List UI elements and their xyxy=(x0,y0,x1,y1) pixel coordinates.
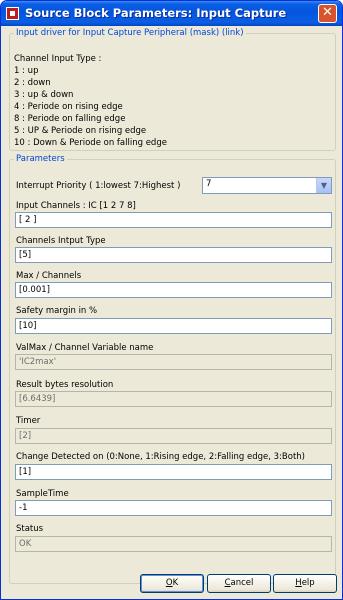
simulink-block-icon xyxy=(6,7,19,20)
cancel-button[interactable]: Cancel xyxy=(207,574,271,593)
timer-field xyxy=(15,428,332,444)
safety-margin-field[interactable] xyxy=(15,318,332,334)
dialog-window: Source Block Parameters: Input Capture ✕… xyxy=(0,0,343,600)
change-detected-field[interactable] xyxy=(15,464,332,480)
ok-button[interactable]: OK xyxy=(140,574,204,593)
max-channels-field[interactable] xyxy=(15,282,332,298)
ok-label: K xyxy=(172,578,179,588)
change-detected-label: Change Detected on (0:None, 1:Rising edg… xyxy=(16,452,305,462)
result-resolution-label: Result bytes resolution xyxy=(16,380,114,390)
cancel-label: ancel xyxy=(230,578,254,588)
valmax-variable-field xyxy=(15,354,332,370)
description-line: Channel Input Type : xyxy=(14,54,102,64)
description-text: Channel Input Type : 1 : up 2 : down 3 :… xyxy=(14,53,167,149)
sample-time-field[interactable] xyxy=(15,500,332,516)
channels-input-type-field[interactable] xyxy=(15,247,332,263)
timer-label: Timer xyxy=(16,416,41,426)
help-button[interactable]: Help xyxy=(273,574,337,593)
description-line: 1 : up xyxy=(14,66,39,76)
input-channels-field[interactable] xyxy=(15,212,332,228)
parameters-legend: Parameters xyxy=(16,154,65,164)
result-resolution-field xyxy=(15,391,332,407)
description-line: 5 : UP & Periode on rising edge xyxy=(14,126,147,136)
window-title: Source Block Parameters: Input Capture xyxy=(25,6,287,20)
close-button[interactable]: ✕ xyxy=(318,4,337,23)
sample-time-label: SampleTime xyxy=(16,489,69,499)
interrupt-priority-value: 7 xyxy=(206,179,212,189)
input-channels-label: Input Channels : IC [1 2 7 8] xyxy=(16,201,136,211)
interrupt-priority-select[interactable]: 7 ▼ xyxy=(202,177,332,194)
status-label: Status xyxy=(16,524,44,534)
chevron-down-icon[interactable]: ▼ xyxy=(316,178,331,193)
dialog-content: Input driver for Input Capture Periphera… xyxy=(5,26,338,595)
description-line: 3 : up & down xyxy=(14,90,74,100)
help-label: elp xyxy=(301,578,315,588)
description-line: 10 : Down & Periode on falling edge xyxy=(14,138,167,148)
valmax-variable-label: ValMax / Channel Variable name xyxy=(16,343,154,353)
channels-input-type-label: Channels Intput Type xyxy=(16,236,106,246)
max-channels-label: Max / Channels xyxy=(16,271,82,281)
status-field xyxy=(15,536,332,552)
description-line: 4 : Periode on rising edge xyxy=(14,102,123,112)
description-line: 2 : down xyxy=(14,78,51,88)
interrupt-priority-label: Interrupt Priority ( 1:lowest 7:Highest … xyxy=(16,181,181,191)
description-line: 8 : Periode on falling edge xyxy=(14,114,126,124)
title-bar[interactable]: Source Block Parameters: Input Capture ✕ xyxy=(1,1,342,26)
description-legend: Input driver for Input Capture Periphera… xyxy=(16,28,244,38)
safety-margin-label: Safety margin in % xyxy=(16,306,98,316)
ok-mnemonic: O xyxy=(165,578,173,588)
